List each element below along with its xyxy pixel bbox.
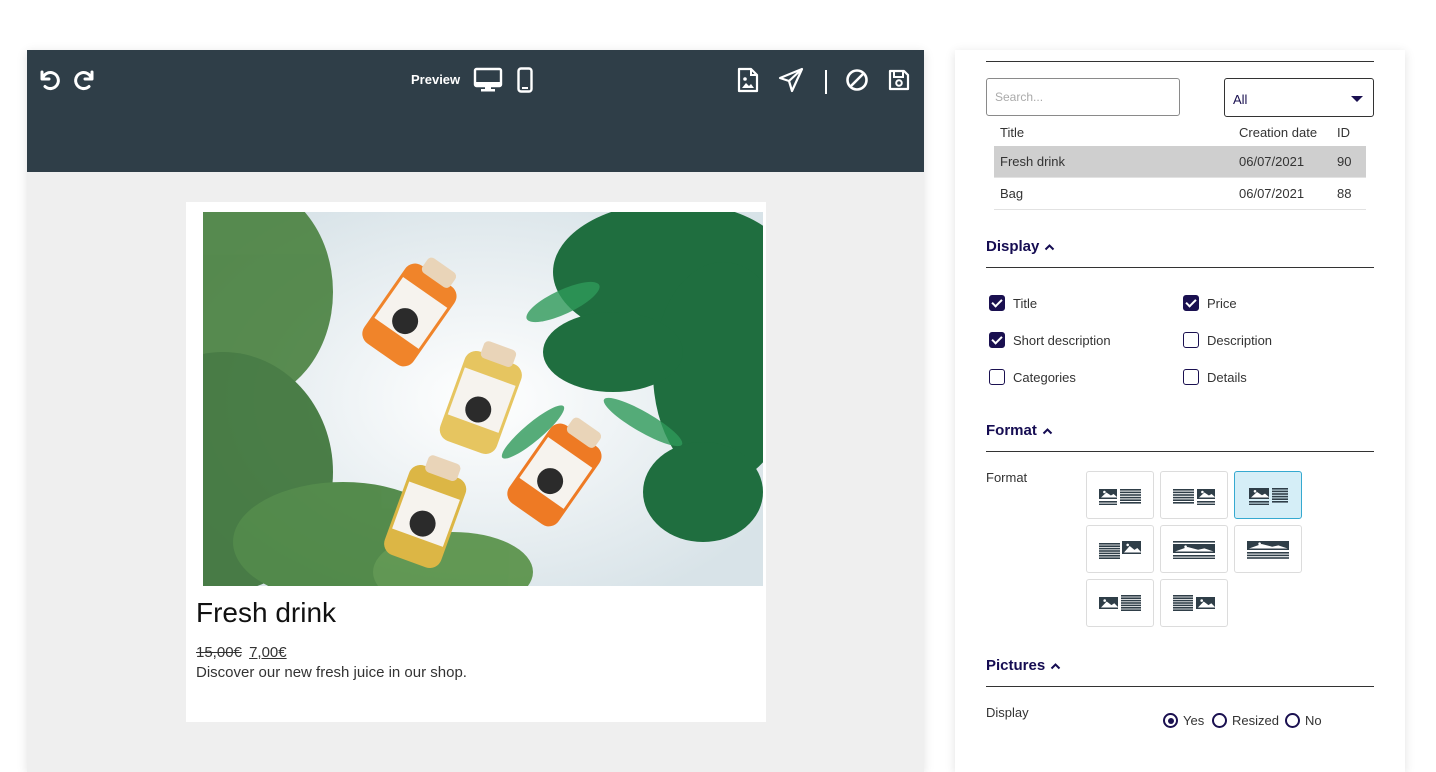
email-editor: Preview Fresh drink 15,00€ 7,00€ Discove…: [27, 50, 924, 772]
divider: [986, 267, 1374, 268]
pictures-section-toggle[interactable]: Pictures: [986, 657, 1061, 674]
layout-icon: [1173, 541, 1215, 559]
checkbox-label: Short description: [1013, 332, 1111, 348]
save-icon[interactable]: [885, 66, 913, 94]
checkbox-box: [1183, 332, 1199, 348]
toolbar-separator: [825, 70, 827, 94]
divider: [986, 451, 1374, 452]
display-section-toggle[interactable]: Display: [986, 238, 1055, 255]
pictures-display-label: Display: [986, 705, 1029, 720]
old-price: 15,00€: [196, 644, 242, 661]
mobile-icon[interactable]: [515, 66, 535, 94]
checkbox-categories[interactable]: Categories: [989, 369, 1076, 385]
format-option-3[interactable]: [1234, 471, 1302, 519]
format-option-6[interactable]: [1234, 525, 1302, 573]
checkbox-box: [1183, 295, 1199, 311]
layout-icon: [1099, 541, 1142, 559]
format-section-toggle[interactable]: Format: [986, 422, 1053, 439]
product-image: [203, 212, 763, 586]
redo-icon[interactable]: [71, 66, 99, 94]
search-input[interactable]: [986, 78, 1180, 116]
filter-select[interactable]: All: [1224, 78, 1374, 117]
table-row[interactable]: Fresh drink 06/07/2021 90: [994, 146, 1366, 178]
cancel-icon[interactable]: [843, 66, 871, 94]
new-price: 7,00€: [249, 644, 287, 661]
undo-icon[interactable]: [35, 66, 63, 94]
radio-dot: [1285, 713, 1300, 728]
checkbox-short-description[interactable]: Short description: [989, 332, 1111, 348]
layout-icon: [1173, 595, 1216, 611]
layout-icon: [1099, 489, 1141, 505]
row-title: Fresh drink: [1000, 154, 1066, 169]
radio-label: Yes: [1183, 713, 1205, 728]
row-id: 88: [1337, 186, 1352, 201]
chevron-up-icon: [1042, 427, 1053, 434]
image-file-icon[interactable]: [735, 66, 761, 94]
format-option-5[interactable]: [1160, 525, 1228, 573]
layout-icon: [1099, 595, 1141, 611]
divider: [986, 686, 1374, 687]
product-title: Fresh drink: [196, 597, 337, 628]
radio-dot: [1163, 713, 1178, 728]
checkbox-label: Details: [1207, 369, 1247, 385]
checkbox-box: [1183, 369, 1199, 385]
table-header: Title Creation date ID: [994, 118, 1366, 146]
format-option-1[interactable]: [1086, 471, 1154, 519]
radio-dot: [1212, 713, 1227, 728]
send-icon[interactable]: [777, 66, 805, 94]
product-price: 15,00€ 7,00€: [196, 644, 287, 661]
checkbox-details[interactable]: Details: [1183, 369, 1247, 385]
checkbox-price[interactable]: Price: [1183, 295, 1237, 311]
format-option-4[interactable]: [1086, 525, 1154, 573]
divider: [986, 61, 1374, 62]
radio-no[interactable]: No: [1285, 713, 1322, 728]
layout-icon: [1247, 541, 1289, 559]
column-header-title: Title: [1000, 125, 1025, 140]
product-preview-card[interactable]: Fresh drink 15,00€ 7,00€ Discover our ne…: [186, 202, 766, 722]
filter-select-value: All: [1233, 92, 1248, 107]
table-row[interactable]: Bag 06/07/2021 88: [994, 178, 1366, 210]
settings-panel: All Title Creation date ID Fresh drink 0…: [955, 50, 1405, 772]
format-option-7[interactable]: [1086, 579, 1154, 627]
row-date: 06/07/2021: [1239, 186, 1305, 201]
format-option-8[interactable]: [1160, 579, 1228, 627]
chevron-down-icon: [1351, 96, 1363, 102]
layout-icon: [1173, 489, 1216, 505]
row-date: 06/07/2021: [1239, 154, 1305, 169]
row-title: Bag: [1000, 186, 1024, 201]
layout-icon: [1249, 488, 1288, 505]
preview-label: Preview: [411, 72, 461, 87]
format-field-label: Format: [986, 470, 1028, 485]
checkbox-label: Title: [1013, 295, 1038, 311]
checkbox-description[interactable]: Description: [1183, 332, 1272, 348]
format-option-2[interactable]: [1160, 471, 1228, 519]
radio-label: No: [1305, 713, 1322, 728]
checkbox-label: Description: [1207, 332, 1273, 348]
checkbox-box: [989, 295, 1005, 311]
display-section-title: Display: [986, 238, 1040, 255]
radio-label: Resized: [1232, 713, 1279, 728]
pictures-section-title: Pictures: [986, 657, 1046, 674]
column-header-id: ID: [1337, 125, 1350, 140]
checkbox-label: Price: [1207, 295, 1237, 311]
desktop-icon[interactable]: [473, 66, 503, 94]
column-header-date: Creation date: [1239, 125, 1318, 140]
checkbox-box: [989, 332, 1005, 348]
radio-resized[interactable]: Resized: [1212, 713, 1279, 728]
chevron-up-icon: [1045, 243, 1055, 250]
checkbox-label: Categories: [1013, 369, 1076, 385]
checkbox-title[interactable]: Title: [989, 295, 1037, 311]
product-short-description: Discover our new fresh juice in our shop…: [196, 664, 467, 681]
product-table: Title Creation date ID Fresh drink 06/07…: [994, 118, 1366, 210]
format-section-title: Format: [986, 422, 1037, 439]
checkbox-box: [989, 369, 1005, 385]
radio-yes[interactable]: Yes: [1163, 713, 1204, 728]
chevron-up-icon: [1050, 662, 1061, 669]
row-id: 90: [1337, 154, 1352, 169]
editor-toolbar: Preview: [27, 50, 924, 172]
